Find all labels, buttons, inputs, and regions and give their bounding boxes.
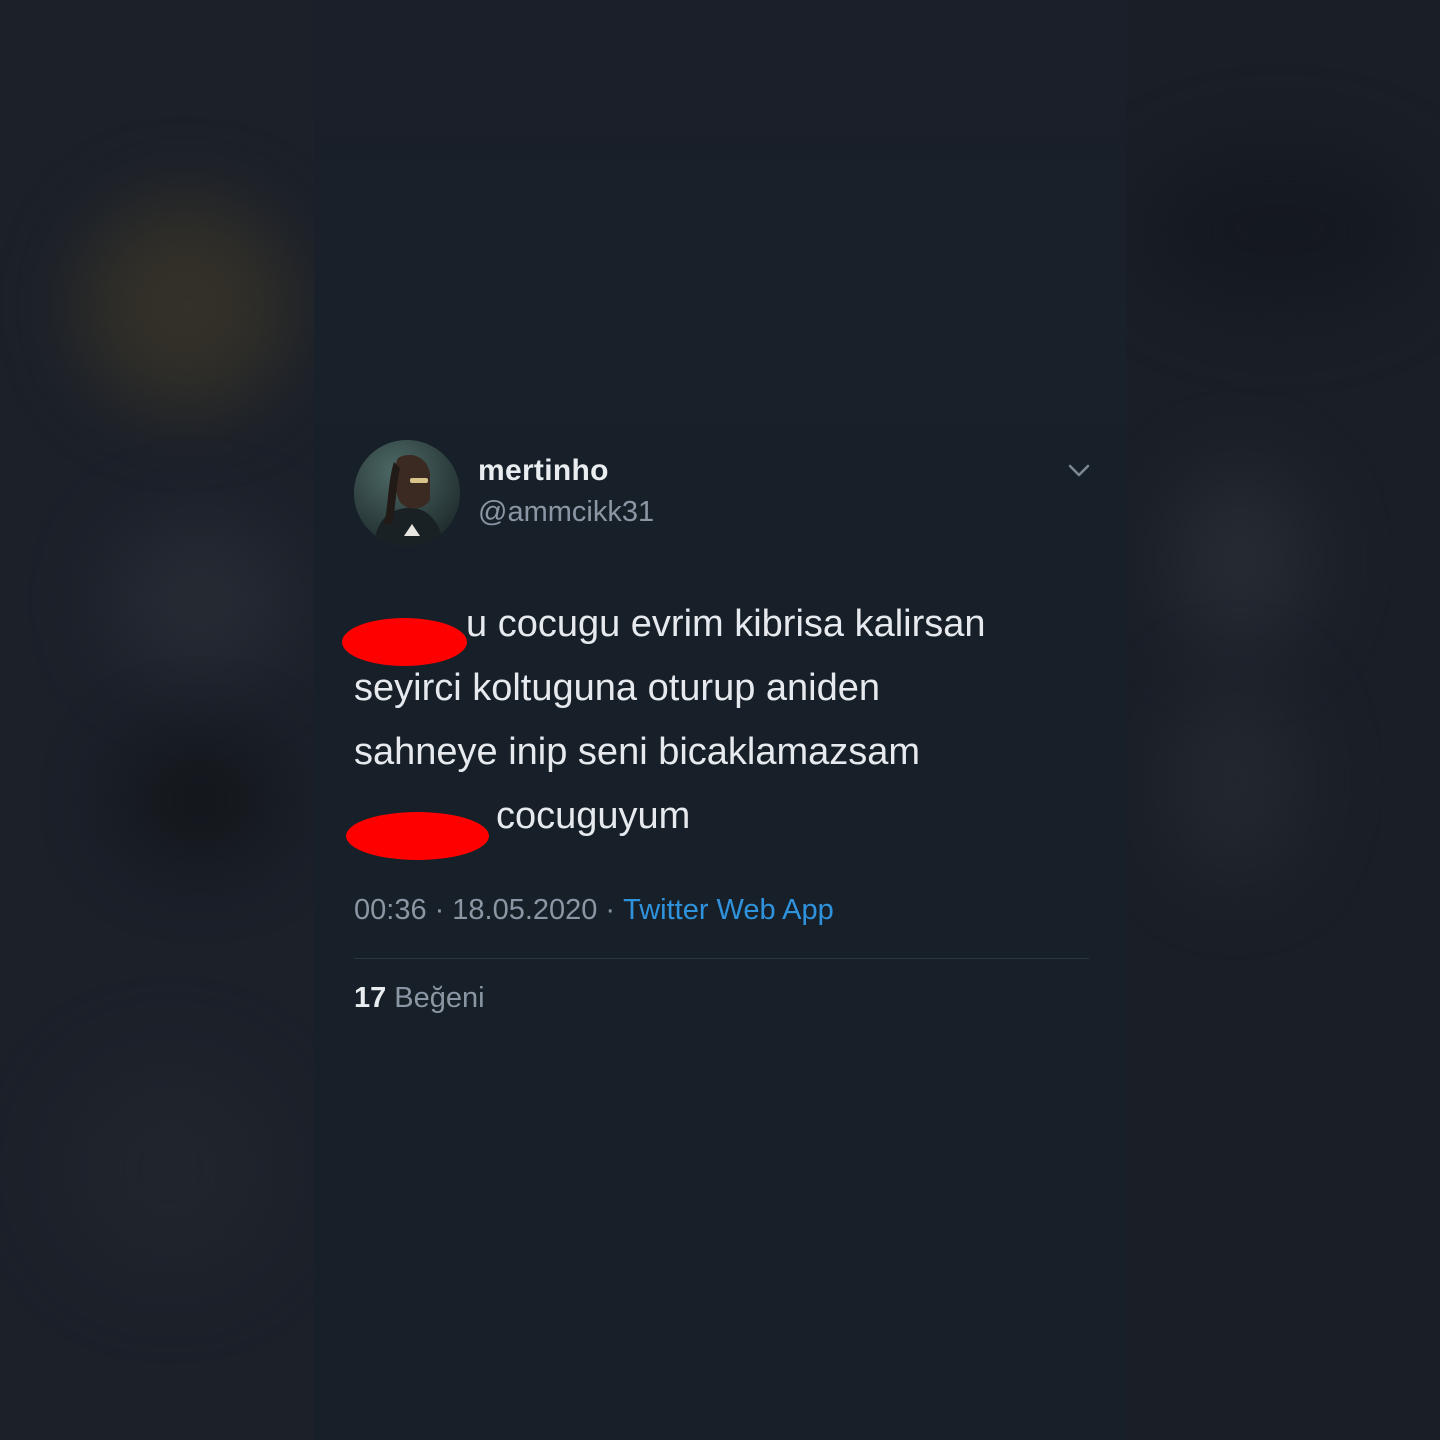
- bottom-empty-area: [314, 1062, 1126, 1440]
- backdrop-blob: [1140, 150, 1420, 310]
- blurred-backdrop-left: [0, 0, 314, 1440]
- meta-separator: ·: [434, 894, 445, 926]
- tweet-body: u cocugu evrim kibrisa kalirsan seyirci …: [354, 592, 1094, 848]
- backdrop-blob: [120, 740, 280, 860]
- blurred-backdrop-right: [1126, 0, 1440, 1440]
- backdrop-blob: [80, 200, 290, 410]
- backdrop-blob: [1170, 470, 1310, 650]
- backdrop-blob: [110, 520, 290, 680]
- top-empty-area: [314, 0, 1126, 430]
- divider: [354, 958, 1089, 959]
- backdrop-blob: [1170, 680, 1300, 880]
- meta-separator: ·: [605, 894, 616, 926]
- redaction-mark: [346, 812, 489, 860]
- tweet-time: 00:36: [354, 894, 427, 926]
- screenshot-canvas: mertinho @ammcikk31 u cocugu evrim kibri…: [0, 0, 1440, 1440]
- tweet-screenshot: mertinho @ammcikk31 u cocugu evrim kibri…: [314, 0, 1126, 1440]
- profile-avatar-icon: [354, 440, 460, 546]
- backdrop-blob: [60, 1060, 280, 1280]
- tweet-meta: 00:36 · 18.05.2020 · Twitter Web App: [354, 894, 834, 927]
- likes-count: 17: [354, 982, 387, 1014]
- likes-label: Beğeni: [394, 982, 485, 1014]
- tweet-card[interactable]: mertinho @ammcikk31 u cocugu evrim kibri…: [314, 422, 1126, 1062]
- redaction-mark: [342, 618, 467, 666]
- source-link[interactable]: Twitter Web App: [623, 894, 834, 926]
- chevron-down-icon[interactable]: [1066, 460, 1092, 480]
- likes-stat[interactable]: 17 Beğeni: [354, 982, 485, 1015]
- user-handle[interactable]: @ammcikk31: [478, 496, 654, 529]
- display-name[interactable]: mertinho: [478, 454, 609, 488]
- tweet-date: 18.05.2020: [452, 894, 598, 926]
- avatar[interactable]: [354, 440, 460, 546]
- tweet-line: sahneye inip seni bicaklamazsam: [354, 731, 921, 773]
- tweet-line: seyirci koltuguna oturup aniden: [354, 667, 881, 709]
